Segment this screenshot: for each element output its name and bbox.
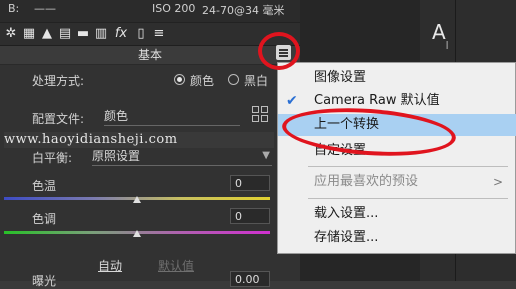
menu-item-camera-raw-defaults[interactable]: ✔ Camera Raw 默认值 bbox=[278, 90, 516, 112]
profile-dropdown[interactable]: 颜色 bbox=[104, 107, 240, 126]
menu-item-label: 存储设置... bbox=[314, 230, 379, 245]
checkmark-icon: ✔ bbox=[286, 93, 298, 109]
tint-input[interactable]: 0 bbox=[230, 208, 270, 224]
menu-item-label: 应用最喜欢的预设 bbox=[314, 174, 419, 189]
chevron-down-icon: ▼ bbox=[262, 150, 270, 161]
menu-separator bbox=[308, 166, 508, 167]
hsl-tab-icon[interactable]: ▤ bbox=[58, 27, 72, 41]
profile-browser-grid-icon[interactable] bbox=[252, 106, 270, 124]
watermark-text: www.haoyidiansheji.com bbox=[4, 132, 274, 148]
effects-fx-tab-icon[interactable]: fx bbox=[114, 27, 128, 41]
radio-color-label: 颜色 bbox=[190, 74, 215, 88]
menu-item-image-settings[interactable]: 图像设置 bbox=[278, 67, 516, 89]
menu-item-load-settings[interactable]: 载入设置... bbox=[278, 203, 516, 225]
default-link[interactable]: 默认值 bbox=[158, 257, 194, 274]
lens-tab-icon[interactable]: ▥ bbox=[94, 27, 108, 41]
settings-context-menu: 图像设置 ✔ Camera Raw 默认值 上一个转换 自定设置 应用最喜欢的预… bbox=[277, 62, 516, 254]
annotation-circle-menu-button bbox=[258, 32, 300, 70]
white-balance-label: 白平衡: bbox=[32, 151, 73, 165]
white-balance-value: 原照设置 bbox=[92, 149, 141, 163]
split-toning-tab-icon[interactable]: ▬ bbox=[76, 27, 90, 41]
auto-link[interactable]: 自动 bbox=[98, 257, 122, 274]
detail-tab-icon[interactable]: ▲ bbox=[40, 27, 54, 41]
basic-tab-aperture-icon[interactable]: ✲ bbox=[4, 27, 18, 41]
radio-bw-label: 黑白 bbox=[244, 74, 269, 88]
menu-item-label: 图像设置 bbox=[314, 70, 367, 85]
camera-calibration-tab-icon[interactable]: ▯ bbox=[134, 27, 148, 41]
camera-info-strip: B: —— ISO 200 24-70@34 毫米 bbox=[0, 0, 300, 23]
temperature-label: 色温 bbox=[32, 179, 57, 193]
iso-value: ISO 200 bbox=[152, 2, 196, 15]
focal-value: 24-70@34 毫米 bbox=[202, 4, 285, 17]
profile-value: 颜色 bbox=[104, 109, 129, 123]
temperature-slider-thumb[interactable] bbox=[133, 196, 141, 203]
b-value: —— bbox=[34, 2, 56, 15]
menu-item-apply-favorite-presets: 应用最喜欢的预设 > bbox=[278, 171, 516, 193]
tint-slider-thumb[interactable] bbox=[133, 230, 141, 237]
radio-bw[interactable] bbox=[228, 74, 239, 85]
b-label: B: bbox=[8, 2, 20, 15]
panel-tabs: ✲ ▦ ▲ ▤ ▬ ▥ fx ▯ ≡ bbox=[0, 23, 300, 46]
radio-color[interactable] bbox=[174, 74, 185, 85]
tint-label: 色调 bbox=[32, 212, 57, 226]
temperature-input[interactable]: 0 bbox=[230, 175, 270, 191]
exposure-input[interactable]: 0.00 bbox=[230, 271, 270, 287]
process-label: 处理方式: bbox=[32, 74, 85, 88]
text-tool-icon[interactable]: A| bbox=[432, 20, 448, 49]
text-tool-sub: | bbox=[445, 40, 449, 49]
chevron-right-icon: > bbox=[492, 175, 503, 189]
menu-item-save-settings[interactable]: 存储设置... bbox=[278, 227, 516, 249]
white-balance-dropdown[interactable]: 原照设置 ▼ bbox=[92, 147, 272, 166]
text-tool-letter: A bbox=[432, 20, 446, 44]
menu-item-label: 载入设置... bbox=[314, 206, 379, 221]
section-title: 基本 bbox=[0, 46, 300, 65]
menu-separator bbox=[308, 198, 508, 199]
tone-curve-tab-icon[interactable]: ▦ bbox=[22, 27, 36, 41]
presets-tab-icon[interactable]: ≡ bbox=[152, 27, 166, 41]
profile-label: 配置文件: bbox=[32, 112, 85, 126]
